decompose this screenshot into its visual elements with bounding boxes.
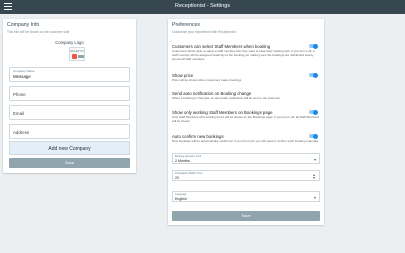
pref-desc: Price will be shown when customers make … [172, 78, 242, 82]
language-select[interactable]: Language English [172, 191, 320, 202]
logo-icon [72, 54, 77, 59]
pref-desc: Only Staff Members with working hours wi… [172, 115, 320, 123]
booking-advance-limit-select[interactable]: Booking Advance Limit 2 Months [172, 153, 320, 164]
address-placeholder: Address [13, 130, 30, 135]
preferences-subtitle: Customize your experience with Reception… [172, 30, 236, 34]
preparation-buffer-time-value: 20 [175, 175, 179, 180]
booking-advance-limit-value: 2 Months [175, 158, 190, 163]
pref-working-staff: Show only working Staff Members on Booki… [172, 109, 320, 124]
pref-auto-notification: Send auto notification on Booking change… [172, 91, 320, 101]
logo-text: RECEPTIO [70, 50, 84, 53]
add-new-company-button[interactable]: Add new Company [9, 141, 130, 155]
pref-show-price: Show price Price will be shown when cust… [172, 72, 320, 83]
preferences-save-button[interactable]: Save [172, 211, 320, 221]
company-info-card: Company Info This info will be shown on … [3, 19, 136, 173]
preparation-buffer-time-input[interactable]: Preparation Buffer Time 20 [172, 170, 320, 181]
app-title: Receptionist - Settings [174, 3, 231, 9]
company-info-title: Company Info [7, 22, 40, 28]
company-name-value: Message [13, 74, 31, 79]
booking-advance-limit-label: Booking Advance Limit [175, 154, 202, 158]
company-logo-image[interactable]: RECEPTIO [69, 47, 85, 61]
select-staff-toggle[interactable] [309, 43, 318, 49]
phone-field[interactable]: Phone [9, 86, 130, 101]
company-name-field[interactable]: Company Name Message [9, 67, 130, 82]
company-name-label: Company Name [13, 69, 35, 73]
pref-desc: Customers will be able to select a staff… [172, 49, 315, 61]
chevron-down-icon [314, 159, 316, 161]
app-bar: Receptionist - Settings [0, 0, 405, 14]
address-field[interactable]: Address [9, 124, 130, 139]
company-info-subtitle: This info will be shown on the customer … [7, 30, 70, 34]
pref-auto-confirm: Auto confirm new bookings New bookings w… [172, 133, 320, 144]
preferences-card: Preferences Customize your experience wi… [168, 19, 324, 225]
language-label: Language [175, 192, 187, 196]
chevron-down-icon [314, 197, 316, 199]
auto-confirm-toggle[interactable] [309, 133, 318, 139]
stepper-icon[interactable] [313, 174, 316, 179]
pref-select-staff: Customers can select Staff Members when … [172, 43, 320, 61]
email-placeholder: Email [13, 111, 24, 116]
working-staff-toggle[interactable] [309, 109, 318, 115]
phone-placeholder: Phone [13, 92, 26, 97]
email-field[interactable]: Email [9, 105, 130, 120]
company-logo-label: Company Logo [55, 40, 84, 45]
preparation-buffer-time-label: Preparation Buffer Time [175, 171, 203, 175]
logo-wordmark [78, 55, 84, 58]
pref-desc: New bookings will be automatically confi… [172, 139, 319, 143]
language-value: English [175, 196, 187, 201]
preferences-title: Preferences [172, 22, 200, 28]
show-price-toggle[interactable] [309, 72, 318, 78]
pref-desc: When a booking is changed, an automatic … [172, 96, 281, 100]
company-save-button[interactable]: Save [9, 158, 130, 168]
